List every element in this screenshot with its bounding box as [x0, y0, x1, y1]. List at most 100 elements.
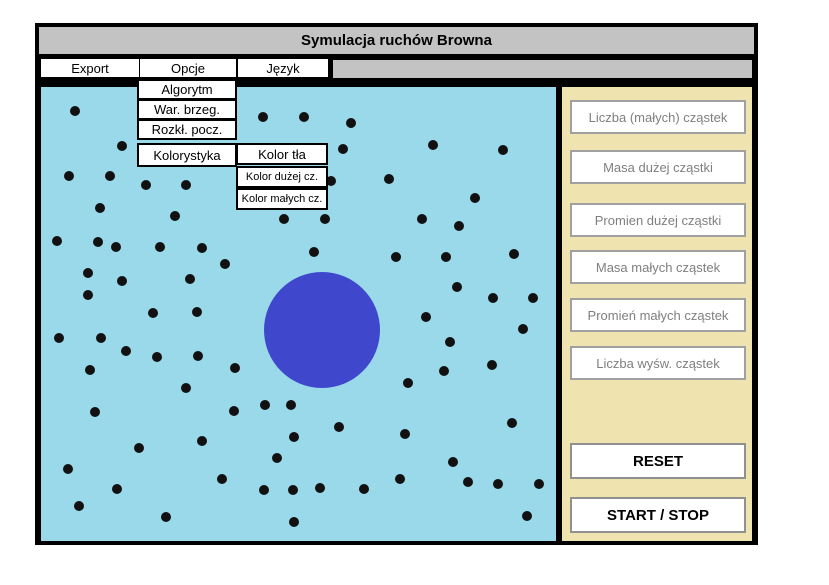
small-particle — [193, 351, 203, 361]
small-particle — [279, 214, 289, 224]
small-particle — [112, 484, 122, 494]
small-particle — [288, 485, 298, 495]
small-particle — [134, 443, 144, 453]
small-particle — [70, 106, 80, 116]
small-particle — [220, 259, 230, 269]
small-particle — [272, 453, 282, 463]
small-particle — [359, 484, 369, 494]
small-particle — [286, 400, 296, 410]
field-liczba-wysw-czastek[interactable]: Liczba wyśw. cząstek — [570, 346, 746, 380]
small-particle — [230, 363, 240, 373]
menu-item-algorytm[interactable]: Algorytm — [137, 79, 237, 100]
small-particle — [391, 252, 401, 262]
small-particle — [509, 249, 519, 259]
small-particle — [85, 365, 95, 375]
small-particle — [259, 485, 269, 495]
small-particle — [289, 432, 299, 442]
small-particle — [534, 479, 544, 489]
large-particle — [264, 272, 380, 388]
small-particle — [338, 144, 348, 154]
small-particle — [155, 242, 165, 252]
small-particle — [83, 290, 93, 300]
small-particle — [320, 214, 330, 224]
small-particle — [346, 118, 356, 128]
small-particle — [121, 346, 131, 356]
small-particle — [105, 171, 115, 181]
small-particle — [197, 243, 207, 253]
small-particle — [52, 236, 62, 246]
small-particle — [452, 282, 462, 292]
small-particle — [148, 308, 158, 318]
small-particle — [522, 511, 532, 521]
small-particle — [400, 429, 410, 439]
small-particle — [54, 333, 64, 343]
small-particle — [63, 464, 73, 474]
small-particle — [229, 406, 239, 416]
field-promien-duzej-czastki[interactable]: Promien dużej cząstki — [570, 203, 746, 237]
small-particle — [181, 180, 191, 190]
small-particle — [528, 293, 538, 303]
small-particle — [152, 352, 162, 362]
small-particle — [334, 422, 344, 432]
small-particle — [289, 517, 299, 527]
small-particle — [117, 141, 127, 151]
menu-item-kolorystyka[interactable]: Kolorystyka — [137, 143, 237, 167]
submenu-kolor-tla[interactable]: Kolor tła — [236, 143, 328, 165]
field-promien-malych-czastek[interactable]: Promień małych cząstek — [570, 298, 746, 332]
field-masa-duzej-czastki[interactable]: Masa dużej cząstki — [570, 150, 746, 184]
small-particle — [470, 193, 480, 203]
small-particle — [395, 474, 405, 484]
field-liczba-malych-czastek[interactable]: Liczba (małych) cząstek — [570, 100, 746, 134]
small-particle — [161, 512, 171, 522]
small-particle — [309, 247, 319, 257]
window-title: Symulacja ruchów Browna — [39, 27, 754, 54]
small-particle — [93, 237, 103, 247]
small-particle — [445, 337, 455, 347]
small-particle — [141, 180, 151, 190]
start-stop-button[interactable]: START / STOP — [570, 497, 746, 533]
small-particle — [90, 407, 100, 417]
submenu-kolor-malych[interactable]: Kolor małych cz. — [236, 188, 328, 210]
small-particle — [507, 418, 517, 428]
small-particle — [417, 214, 427, 224]
small-particle — [421, 312, 431, 322]
small-particle — [111, 242, 121, 252]
small-particle — [487, 360, 497, 370]
small-particle — [498, 145, 508, 155]
small-particle — [181, 383, 191, 393]
menubar-background — [333, 60, 752, 78]
small-particle — [95, 203, 105, 213]
menu-item-war-brzeg[interactable]: War. brzeg. — [137, 99, 237, 120]
small-particle — [185, 274, 195, 284]
small-particle — [74, 501, 84, 511]
menu-item-rozkl-pocz[interactable]: Rozkł. pocz. — [137, 119, 237, 140]
small-particle — [192, 307, 202, 317]
small-particle — [403, 378, 413, 388]
field-masa-malych-czastek[interactable]: Masa małych cząstek — [570, 250, 746, 284]
small-particle — [258, 112, 268, 122]
small-particle — [197, 436, 207, 446]
small-particle — [518, 324, 528, 334]
small-particle — [488, 293, 498, 303]
submenu-kolor-duzej[interactable]: Kolor dużej cz. — [236, 166, 328, 188]
small-particle — [463, 477, 473, 487]
small-particle — [441, 252, 451, 262]
small-particle — [83, 268, 93, 278]
menu-export[interactable]: Export — [41, 59, 139, 77]
small-particle — [384, 174, 394, 184]
small-particle — [428, 140, 438, 150]
reset-button[interactable]: RESET — [570, 443, 746, 479]
small-particle — [117, 276, 127, 286]
small-particle — [493, 479, 503, 489]
small-particle — [64, 171, 74, 181]
menu-jezyk[interactable]: Język — [238, 59, 328, 77]
small-particle — [96, 333, 106, 343]
small-particle — [315, 483, 325, 493]
small-particle — [217, 474, 227, 484]
small-particle — [454, 221, 464, 231]
menu-opcje[interactable]: Opcje — [140, 59, 236, 77]
small-particle — [170, 211, 180, 221]
small-particle — [260, 400, 270, 410]
small-particle — [299, 112, 309, 122]
small-particle — [448, 457, 458, 467]
